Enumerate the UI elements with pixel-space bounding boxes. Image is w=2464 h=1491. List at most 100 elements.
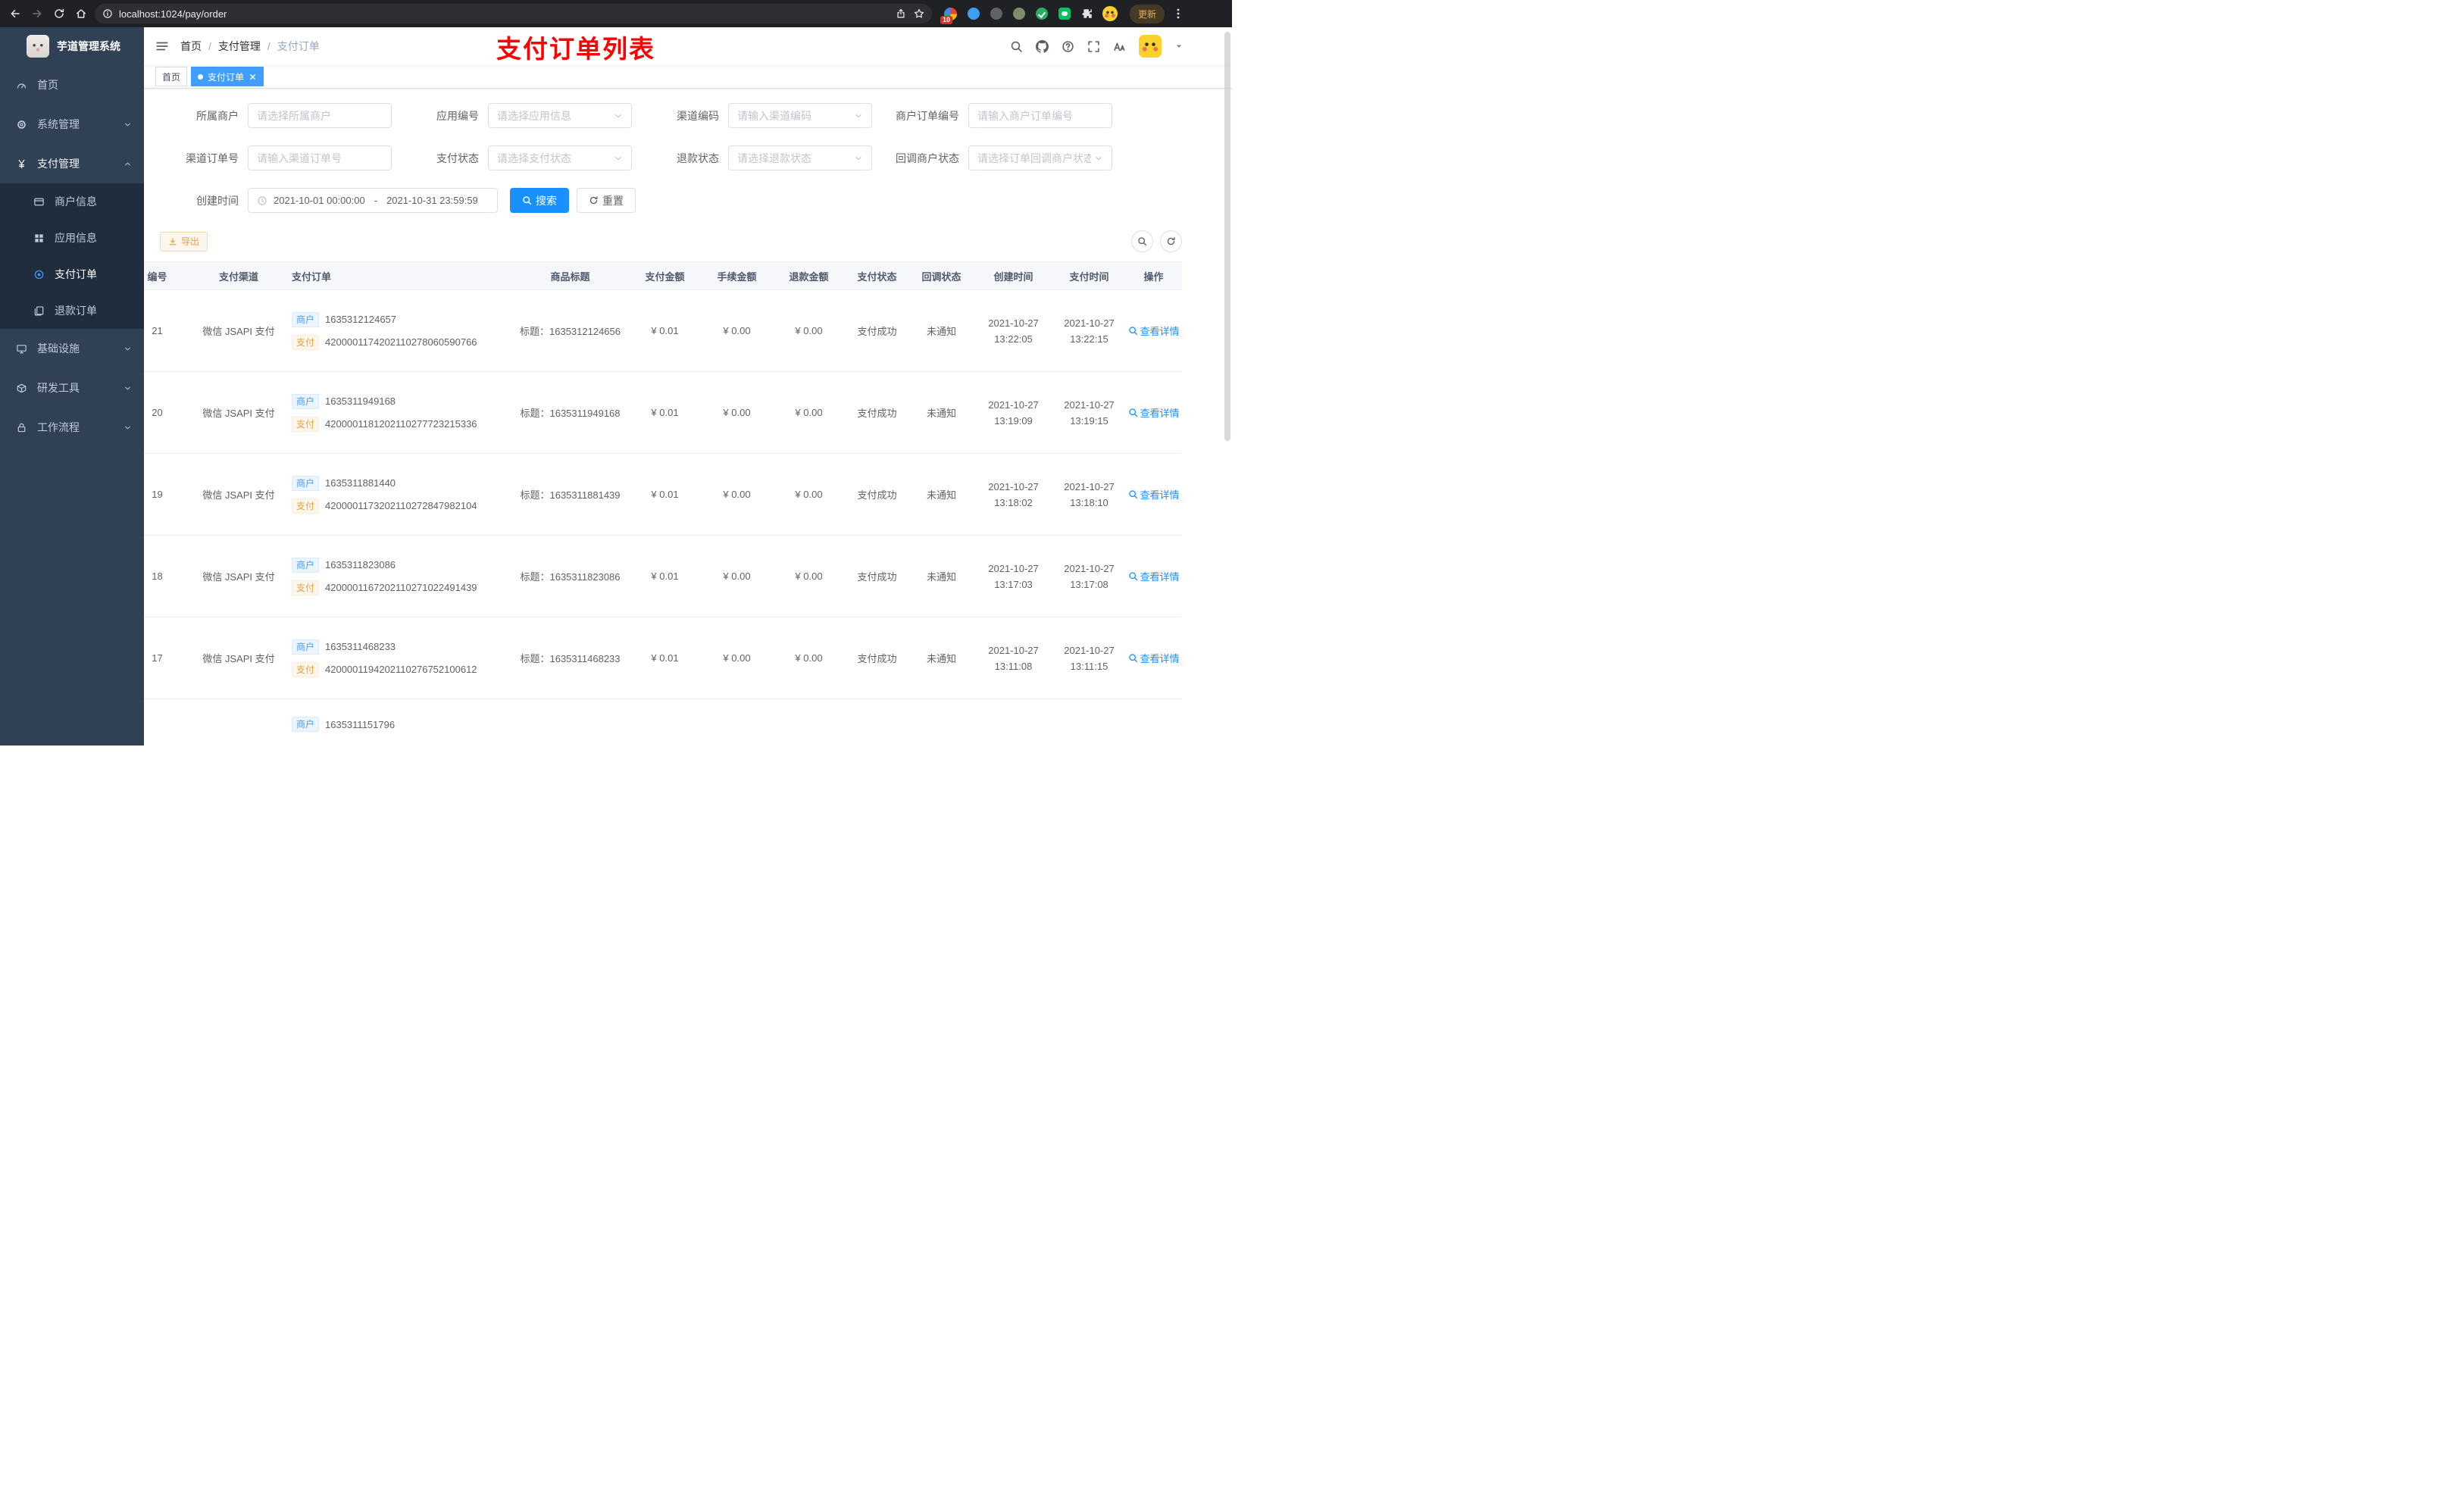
app-title: 芋道管理系统 bbox=[57, 40, 120, 52]
site-info-icon[interactable] bbox=[102, 8, 113, 19]
back-icon[interactable] bbox=[9, 8, 21, 20]
refund-status-select[interactable]: 请选择退款状态 bbox=[728, 145, 872, 170]
pay-tag: 支付 bbox=[292, 498, 320, 514]
refund-amount: ¥ 0.00 bbox=[795, 570, 823, 582]
forward-icon[interactable] bbox=[31, 8, 43, 20]
user-avatar[interactable] bbox=[1139, 35, 1162, 58]
update-button[interactable]: 更新 bbox=[1130, 4, 1165, 23]
export-button[interactable]: 导出 bbox=[160, 231, 208, 252]
payment-submenu: 商户信息 应用信息 支付订单 退款订单 bbox=[0, 183, 144, 329]
refresh-table-button[interactable] bbox=[1160, 230, 1182, 252]
chevron-down-icon bbox=[615, 114, 621, 117]
filter-row-3: 创建时间 2021-10-01 00:00:00 - 2021-10-31 23… bbox=[144, 188, 1232, 213]
created-time: 13:22:05 bbox=[994, 333, 1033, 345]
notify-status-select[interactable]: 请选择订单回调商户状态 bbox=[968, 145, 1112, 170]
bookmark-star-icon[interactable] bbox=[914, 8, 924, 19]
browser-profile-avatar[interactable] bbox=[1102, 6, 1118, 22]
sidebar-item-devtools[interactable]: 研发工具 bbox=[0, 368, 144, 408]
sidebar-item-system[interactable]: 系统管理 bbox=[0, 105, 144, 144]
paid-time: 13:22:15 bbox=[1070, 333, 1108, 345]
pay-order-no: 4200001167202110271022491439 bbox=[325, 582, 477, 593]
pay-status-select[interactable]: 请选择支付状态 bbox=[488, 145, 632, 170]
sidebar-item-pay-order[interactable]: 支付订单 bbox=[0, 256, 144, 292]
view-detail-link[interactable]: 查看详情 bbox=[1128, 569, 1180, 583]
share-icon[interactable] bbox=[896, 8, 906, 19]
view-detail-link[interactable]: 查看详情 bbox=[1128, 487, 1180, 502]
order-id: 21 bbox=[152, 325, 163, 336]
channel-order-no-input[interactable] bbox=[248, 145, 392, 170]
browser-menu-icon[interactable] bbox=[1172, 8, 1184, 20]
sidebar-item-home[interactable]: 首页 bbox=[0, 65, 144, 105]
tab-home[interactable]: 首页 bbox=[155, 67, 188, 86]
extension-icon-wechat[interactable] bbox=[1056, 6, 1072, 22]
tab-pay-order[interactable]: 支付订单 bbox=[191, 67, 264, 86]
pay-status: 支付成功 bbox=[857, 326, 897, 337]
view-detail-link[interactable]: 查看详情 bbox=[1128, 405, 1180, 420]
target-icon bbox=[34, 270, 44, 279]
app-select[interactable]: 请选择应用信息 bbox=[488, 103, 632, 128]
reset-button[interactable]: 重置 bbox=[577, 188, 636, 213]
extension-icon-gray[interactable] bbox=[988, 6, 1004, 22]
search-icon bbox=[1128, 654, 1137, 663]
grid-icon bbox=[35, 233, 43, 242]
merchant-tag: 商户 bbox=[292, 475, 320, 491]
extension-icon-blue[interactable] bbox=[965, 6, 981, 22]
fee-amount: ¥ 0.00 bbox=[723, 652, 751, 664]
pay-amount: ¥ 0.01 bbox=[651, 407, 679, 418]
fee-amount: ¥ 0.00 bbox=[723, 489, 751, 500]
reload-icon[interactable] bbox=[53, 8, 65, 20]
toggle-search-button[interactable] bbox=[1131, 230, 1153, 252]
order-id: 19 bbox=[152, 489, 163, 500]
sidebar-item-refund-order[interactable]: 退款订单 bbox=[0, 292, 144, 329]
breadcrumb: 首页 / 支付管理 / 支付订单 bbox=[180, 39, 320, 54]
github-icon[interactable] bbox=[1036, 39, 1049, 53]
tags-view-bar: 首页 支付订单 bbox=[144, 65, 1232, 89]
caret-down-icon[interactable] bbox=[1174, 42, 1184, 51]
sidebar-collapse-icon[interactable] bbox=[155, 39, 169, 53]
pay-channel: 微信 JSAPI 支付 bbox=[202, 571, 275, 583]
extension-icon-colorful[interactable]: 10 bbox=[940, 6, 958, 24]
sidebar-item-workflow[interactable]: 工作流程 bbox=[0, 408, 144, 447]
view-detail-link[interactable]: 查看详情 bbox=[1128, 651, 1180, 665]
address-bar[interactable]: localhost:1024/pay/order bbox=[95, 4, 932, 23]
close-icon[interactable] bbox=[249, 73, 257, 81]
view-detail-link[interactable]: 查看详情 bbox=[1128, 324, 1180, 338]
search-icon bbox=[1138, 237, 1147, 246]
channel-code-select[interactable]: 请输入渠道编码 bbox=[728, 103, 872, 128]
merchant-tag: 商户 bbox=[292, 311, 320, 327]
search-icon bbox=[1128, 408, 1137, 417]
paid-date: 2021-10-27 bbox=[1064, 480, 1115, 492]
merchant-order-no-input[interactable] bbox=[968, 103, 1112, 128]
search-button[interactable]: 搜索 bbox=[510, 188, 569, 213]
sidebar-item-payment[interactable]: 支付管理 bbox=[0, 144, 144, 183]
sidebar-item-app-info[interactable]: 应用信息 bbox=[0, 220, 144, 256]
search-icon bbox=[1128, 572, 1137, 581]
merchant-input[interactable] bbox=[248, 103, 392, 128]
cube-icon bbox=[17, 383, 27, 392]
vertical-scrollbar[interactable] bbox=[1224, 32, 1230, 441]
extension-icon-olive[interactable] bbox=[1011, 6, 1027, 22]
dashboard-icon bbox=[17, 83, 26, 88]
sidebar-item-merchant-info[interactable]: 商户信息 bbox=[0, 183, 144, 220]
help-icon[interactable] bbox=[1062, 40, 1074, 53]
merchant-order-no: 1635312124657 bbox=[325, 314, 397, 325]
extensions-puzzle-icon[interactable] bbox=[1079, 6, 1095, 22]
merchant-order-no: 1635311949168 bbox=[325, 395, 396, 407]
filter-field-refund-status: 退款状态 请选择退款状态 bbox=[632, 145, 872, 170]
pay-amount: ¥ 0.01 bbox=[651, 570, 679, 582]
chevron-down-icon bbox=[1096, 156, 1102, 160]
extension-icon-green-check[interactable] bbox=[1033, 6, 1049, 22]
create-time-range-picker[interactable]: 2021-10-01 00:00:00 - 2021-10-31 23:59:5… bbox=[248, 188, 498, 213]
breadcrumb-section[interactable]: 支付管理 bbox=[218, 39, 261, 54]
font-size-icon[interactable] bbox=[1113, 40, 1126, 53]
breadcrumb-home[interactable]: 首页 bbox=[180, 39, 202, 54]
home-icon[interactable] bbox=[75, 8, 87, 20]
table-toolbar: 导出 bbox=[144, 230, 1232, 252]
paid-date: 2021-10-27 bbox=[1064, 399, 1115, 411]
fullscreen-icon[interactable] bbox=[1087, 40, 1100, 53]
card-icon bbox=[34, 198, 44, 205]
filter-label: 退款状态 bbox=[677, 152, 719, 164]
merchant-order-no: 1635311823086 bbox=[325, 559, 396, 570]
sidebar-item-infrastructure[interactable]: 基础设施 bbox=[0, 329, 144, 368]
search-icon[interactable] bbox=[1010, 40, 1023, 53]
